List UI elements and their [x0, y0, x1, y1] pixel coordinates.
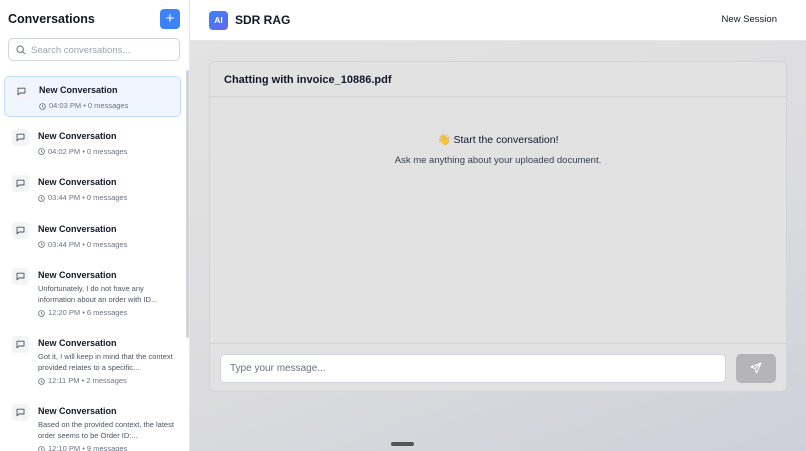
- conversation-title: New Conversation: [38, 338, 117, 348]
- conversation-title: New Conversation: [38, 130, 117, 141]
- sidebar: Conversations + New Conversation 04:03 PM…: [0, 0, 190, 451]
- conversation-message-count: • 2 messages: [81, 376, 127, 385]
- chat-panel: Chatting with invoice_10886.pdf 👋 Start …: [209, 61, 787, 392]
- conversation-preview: Got it, I will keep in mind that the con…: [38, 352, 173, 372]
- clock-icon: [38, 377, 45, 385]
- conversation-item[interactable]: New Conversation 04:03 PM • 0 messages: [4, 76, 181, 117]
- new-conversation-button[interactable]: +: [160, 9, 180, 29]
- search-icon: [16, 45, 26, 55]
- chat-header: Chatting with invoice_10886.pdf: [210, 62, 786, 97]
- sidebar-scrollbar[interactable]: [186, 70, 189, 338]
- app-logo: AI: [209, 11, 228, 30]
- conversation-item[interactable]: New Conversation 03:44 PM • 0 messages: [4, 169, 181, 210]
- conversation-meta: 04:03 PM • 0 messages: [39, 101, 128, 110]
- conversation-time: 03:44 PM: [48, 193, 81, 202]
- main-area: Chatting with invoice_10886.pdf 👋 Start …: [190, 41, 806, 451]
- sidebar-title: Conversations: [8, 12, 95, 26]
- conversation-time: 12:11 PM: [48, 376, 80, 385]
- conversation-meta: 12:10 PM • 9 messages: [38, 444, 127, 451]
- conversation-time: 04:02 PM: [48, 146, 81, 156]
- conversation-message-count: • 0 messages: [82, 239, 128, 249]
- conversation-message-count: • 0 messages: [82, 146, 128, 156]
- conversation-time: 12:10 PM: [48, 444, 81, 451]
- search-box: [8, 38, 180, 61]
- conversation-meta: 03:44 PM • 0 messages: [38, 240, 127, 249]
- chat-bubble-icon: [12, 336, 29, 353]
- chat-bubble-icon: [13, 83, 30, 100]
- conversation-message-count: • 0 messages: [82, 193, 128, 202]
- conversation-title: New Conversation: [38, 223, 117, 234]
- conversation-preview: Unfortunately, I do not have any informa…: [38, 284, 158, 304]
- empty-state-heading: 👋 Start the conversation!: [437, 134, 559, 146]
- search-input[interactable]: [31, 42, 176, 58]
- clock-icon: [39, 102, 46, 110]
- clock-icon: [38, 194, 45, 202]
- conversation-preview: Based on the provided context, the lates…: [38, 420, 174, 440]
- conversation-title: New Conversation: [38, 270, 117, 280]
- conversation-item[interactable]: New Conversation Got it, I will keep in m…: [4, 330, 181, 392]
- conversation-item[interactable]: New Conversation 03:44 PM • 0 messages: [4, 216, 181, 257]
- conversation-time: 12:20 PM: [48, 308, 81, 317]
- empty-state-subtext: Ask me anything about your uploaded docu…: [394, 155, 602, 166]
- clock-icon: [38, 148, 45, 155]
- clock-icon: [38, 241, 45, 248]
- clock-icon: [38, 309, 45, 317]
- clock-icon: [38, 445, 45, 451]
- conversation-meta: 03:44 PM • 0 messages: [38, 193, 127, 202]
- app-title: SDR RAG: [235, 13, 291, 27]
- new-session-button[interactable]: New Session: [722, 14, 777, 25]
- chat-bubble-icon: [12, 128, 29, 146]
- chat-bubble-icon: [12, 221, 29, 239]
- conversation-item[interactable]: New Conversation Based on the provided co…: [4, 398, 181, 451]
- conversation-meta: 04:02 PM • 0 messages: [38, 147, 127, 156]
- chat-title: Chatting with invoice_10886.pdf: [224, 74, 392, 86]
- conversation-meta: 12:11 PM • 2 messages: [38, 376, 127, 385]
- conversation-message-count: • 6 messages: [82, 308, 128, 317]
- send-button[interactable]: [736, 354, 776, 383]
- sidebar-header: Conversations +: [0, 0, 189, 38]
- chat-bubble-icon: [12, 404, 29, 421]
- conversation-message-count: • 0 messages: [83, 101, 129, 110]
- conversation-item[interactable]: New Conversation 04:02 PM • 0 messages: [4, 123, 181, 164]
- top-bar: AI SDR RAG New Session: [190, 0, 806, 41]
- chat-composer: [210, 343, 786, 391]
- chat-bubble-icon: [12, 268, 29, 285]
- conversation-time: 04:03 PM: [49, 101, 82, 110]
- conversation-time: 03:44 PM: [48, 239, 81, 249]
- conversation-title: New Conversation: [38, 177, 117, 187]
- message-input[interactable]: [220, 354, 726, 383]
- drag-handle[interactable]: [391, 442, 414, 446]
- conversation-title: New Conversation: [39, 85, 118, 95]
- conversation-meta: 12:20 PM • 6 messages: [38, 308, 127, 317]
- conversation-title: New Conversation: [38, 406, 117, 416]
- conversation-message-count: • 9 messages: [82, 444, 128, 451]
- send-icon: [750, 362, 762, 374]
- conversation-item[interactable]: New Conversation Unfortunately, I do not …: [4, 262, 181, 324]
- chat-bubble-icon: [12, 175, 29, 192]
